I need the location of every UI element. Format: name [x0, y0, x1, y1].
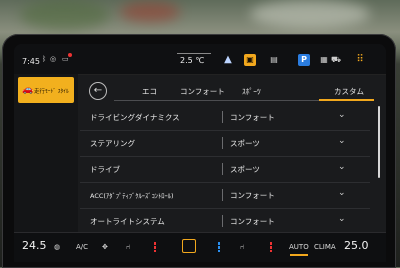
- divider: [222, 137, 223, 149]
- clock: 7:45: [22, 57, 40, 66]
- tab-eco[interactable]: エコ: [142, 86, 157, 97]
- chevron-down-icon[interactable]: ⌄: [338, 110, 346, 120]
- active-tab-indicator: [319, 99, 374, 101]
- list-item[interactable]: ドライビングダイナミクス コンフォート ⌄: [80, 104, 370, 131]
- list-item[interactable]: オートライトシステム コンフォート ⌄: [80, 208, 370, 235]
- fan-icon[interactable]: ✥: [102, 243, 108, 251]
- car-icon: 🚗: [22, 85, 34, 95]
- background-sky: [250, 0, 370, 28]
- back-button[interactable]: ←: [89, 82, 107, 100]
- chevron-down-icon[interactable]: ⌄: [338, 136, 346, 146]
- scrollbar[interactable]: [378, 106, 380, 178]
- seat-heat-level-left: [154, 242, 156, 252]
- navigation-icon[interactable]: ▲: [222, 54, 234, 66]
- list-item[interactable]: ACC(ｱﾀﾞﾌﾟﾃｨﾌﾞｸﾙｰｽﾞｺﾝﾄﾛｰﾙ) コンフォート ⌄: [80, 182, 370, 209]
- background-foliage: [120, 2, 180, 22]
- drive-mode-icon[interactable]: ▣: [244, 54, 256, 66]
- setting-value: スポーツ: [230, 139, 260, 148]
- setting-value: コンフォート: [230, 113, 275, 122]
- setting-name: ステアリング: [90, 139, 135, 148]
- divider: [222, 111, 223, 123]
- background-foliage: [20, 0, 110, 30]
- media-icon[interactable]: ▦: [318, 54, 330, 66]
- seat-heat-right-icon[interactable]: ⑁: [240, 243, 244, 251]
- bluetooth-icon: ᛒ: [42, 55, 47, 63]
- vehicle-icon[interactable]: ⛟: [330, 54, 342, 66]
- temp-separator: [177, 53, 211, 54]
- divider: [222, 215, 223, 227]
- setting-name: ACC(ｱﾀﾞﾌﾟﾃｨﾌﾞｸﾙｰｽﾞｺﾝﾄﾛｰﾙ): [90, 192, 174, 200]
- chevron-down-icon[interactable]: ⌄: [338, 188, 346, 198]
- back-arrow-icon: ←: [93, 85, 103, 96]
- ac-button[interactable]: A/C: [76, 243, 88, 251]
- notification-dot: [68, 53, 72, 57]
- outside-temperature: 2.5 ℃: [180, 56, 205, 65]
- setting-value: コンフォート: [230, 217, 275, 226]
- chevron-down-icon[interactable]: ⌄: [338, 162, 346, 172]
- setting-name: オートライトシステム: [90, 217, 165, 226]
- sidebar-item-label: 走行ﾓｰﾄﾞ ｽﾀｲﾙ: [34, 89, 69, 95]
- driver-temperature[interactable]: 24.5: [22, 239, 47, 252]
- sidebar: 🚗 走行ﾓｰﾄﾞ ｽﾀｲﾙ: [14, 74, 78, 232]
- location-icon: ◎: [50, 55, 57, 63]
- setting-value: スポーツ: [230, 165, 260, 174]
- setting-name: ドライビングダイナミクス: [90, 113, 180, 122]
- seat-heat-level-right: [270, 242, 272, 252]
- setting-value: コンフォート: [230, 191, 275, 200]
- parking-icon[interactable]: P: [298, 54, 310, 66]
- auto-active-indicator: [290, 254, 308, 256]
- chevron-down-icon[interactable]: ⌄: [338, 214, 346, 224]
- seat-heat-left-icon[interactable]: ⑁: [126, 243, 130, 251]
- list-item[interactable]: ドライブ スポーツ ⌄: [80, 156, 370, 183]
- app-grid-icon[interactable]: ⠿: [354, 54, 366, 66]
- divider: [222, 189, 223, 201]
- tab-sport[interactable]: ｽﾎﾟｰﾂ: [242, 86, 261, 97]
- car-settings-icon[interactable]: ▤: [268, 54, 280, 66]
- status-bar: 7:45 ᛒ ◎ ▭ 2.5 ℃ ▲ ▣ ▤ P ▦ ⛟ ⠿: [14, 44, 386, 75]
- passenger-temperature[interactable]: 25.0: [344, 239, 369, 252]
- auto-button[interactable]: AUTO: [289, 243, 309, 251]
- home-button[interactable]: [182, 239, 196, 253]
- tab-comfort[interactable]: コンフォート: [180, 86, 225, 97]
- tab-custom[interactable]: カスタム: [334, 86, 364, 97]
- seat-vent-level: [218, 242, 220, 252]
- setting-name: ドライブ: [90, 165, 120, 174]
- divider: [222, 163, 223, 175]
- mode-tabs: エコ コンフォート ｽﾎﾟｰﾂ カスタム: [114, 82, 374, 102]
- climate-bar: 24.5 ◍ A/C ✥ ⑁ ⑁ AUTO CLIMA 25.0: [14, 232, 386, 262]
- steering-heat-icon[interactable]: ◍: [54, 243, 60, 251]
- list-item[interactable]: ステアリング スポーツ ⌄: [80, 130, 370, 157]
- sidebar-item-drive-mode-style[interactable]: 🚗 走行ﾓｰﾄﾞ ｽﾀｲﾙ: [18, 77, 74, 103]
- clima-button[interactable]: CLIMA: [314, 243, 336, 251]
- infotainment-screen: 7:45 ᛒ ◎ ▭ 2.5 ℃ ▲ ▣ ▤ P ▦ ⛟ ⠿ 🚗 走行ﾓｰﾄﾞ …: [14, 44, 386, 262]
